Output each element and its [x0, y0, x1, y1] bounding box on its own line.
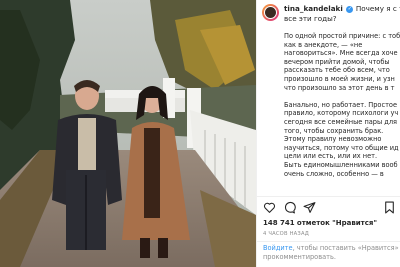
- caption-line-1: Почему я с тобой: [355, 4, 400, 13]
- likes-count[interactable]: 148 741 отметок "Нравится": [263, 219, 377, 227]
- share-icon[interactable]: [303, 201, 316, 214]
- likes-number: 148 741: [263, 219, 295, 227]
- verified-badge-icon: ✓: [346, 5, 354, 13]
- likes-word: отметок: [296, 219, 330, 227]
- post-timestamp[interactable]: 4 ЧАСОВ НАЗАД: [263, 231, 309, 237]
- avatar-image: [264, 6, 277, 19]
- login-prompt-text-2: прокомментировать.: [263, 252, 336, 261]
- likes-suffix: "Нравится": [332, 219, 378, 227]
- caption-first-line: tina_kandelaki ✓ Почему я с тобой: [284, 4, 400, 13]
- caption-body: По одной простой причине: с тоб как в ан…: [284, 32, 400, 178]
- avatar[interactable]: [262, 4, 279, 21]
- login-prompt-text-1: , чтобы поставить «Нравится» или: [292, 244, 399, 252]
- caption-line-2: все эти годы?: [284, 14, 337, 23]
- bookmark-icon[interactable]: [383, 201, 396, 214]
- login-prompt: Войдите, чтобы поставить «Нравится» или …: [257, 241, 400, 267]
- post-photo: [0, 0, 256, 267]
- username-link[interactable]: tina_kandelaki: [284, 4, 343, 13]
- couple-walking-photo: [0, 0, 256, 267]
- login-link[interactable]: Войдите: [263, 244, 293, 252]
- post-actions: [257, 196, 400, 217]
- post-sidebar: tina_kandelaki ✓ Почему я с тобой все эт…: [256, 0, 400, 267]
- comment-icon[interactable]: [283, 201, 296, 214]
- post-header: tina_kandelaki ✓ Почему я с тобой все эт…: [257, 0, 400, 26]
- heart-icon[interactable]: [263, 201, 276, 214]
